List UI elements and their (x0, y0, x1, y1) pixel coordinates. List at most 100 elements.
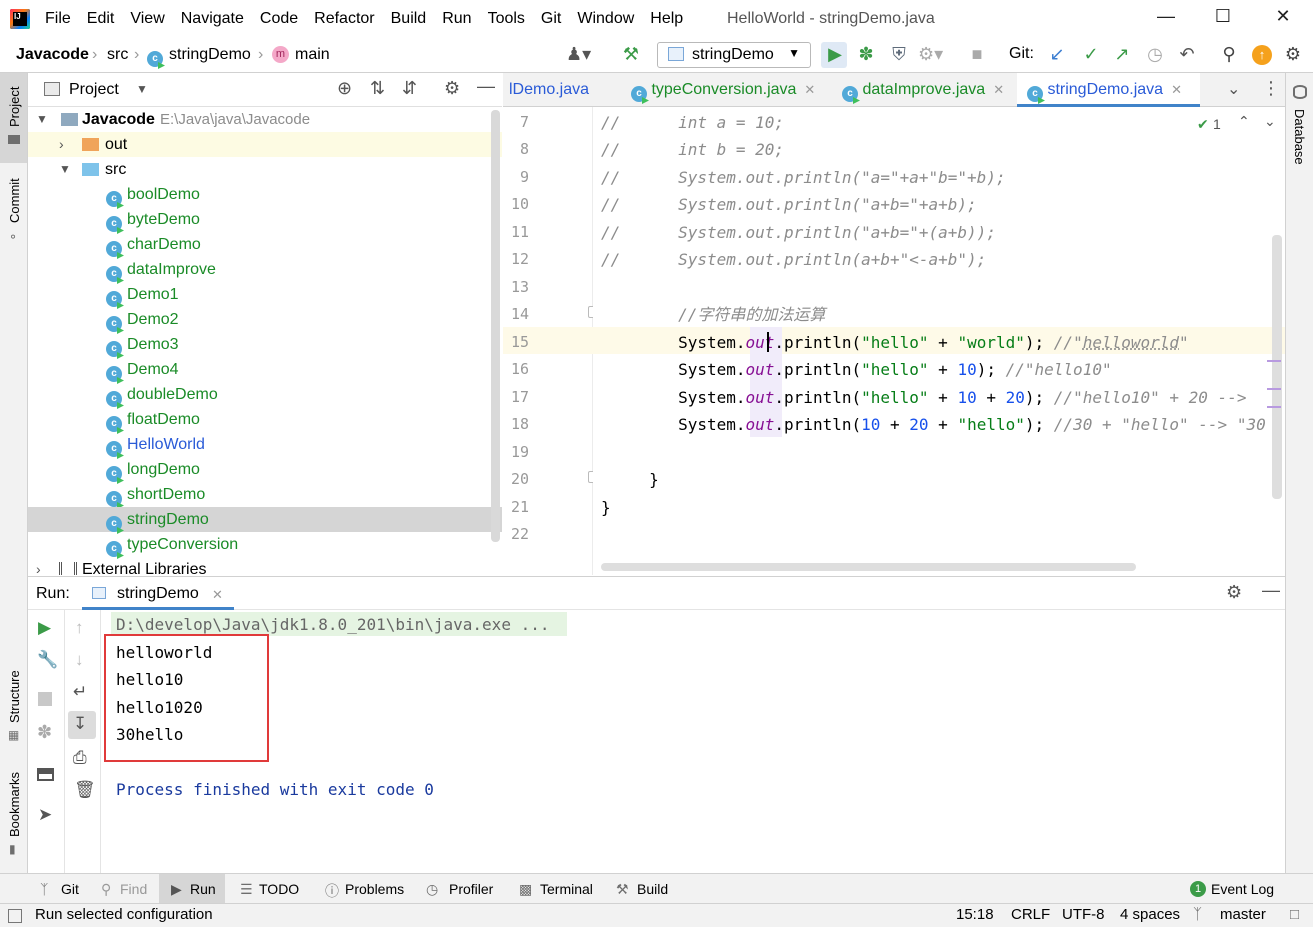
tree-item-class[interactable]: c doubleDemo (28, 382, 502, 407)
git-push-icon[interactable]: ↗ (1111, 44, 1133, 65)
close-tab-icon[interactable]: ✕ (804, 82, 815, 97)
editor-horizontal-scrollbar[interactable] (601, 563, 1136, 571)
close-window-icon[interactable]: ✕ (1268, 6, 1298, 32)
breadcrumb-src[interactable]: src (107, 46, 128, 64)
stop-icon[interactable]: ■ (966, 44, 988, 65)
caret-position[interactable]: 15:18 (956, 906, 994, 923)
editor-vertical-scrollbar[interactable] (1272, 235, 1282, 499)
menu-refactor[interactable]: Refactor (314, 10, 374, 28)
tree-item-class[interactable]: c Demo1 (28, 282, 502, 307)
hide-panel-icon[interactable]: — (1262, 580, 1280, 601)
project-tree-scrollbar[interactable] (491, 110, 500, 542)
rollback-icon[interactable]: ↶ (1176, 44, 1198, 65)
run-icon[interactable]: ▶ (824, 44, 846, 65)
menu-file[interactable]: File (45, 10, 71, 28)
tree-item-external-libraries[interactable]: › External Libraries (28, 557, 502, 575)
chevron-up-icon[interactable]: ⌃ (1238, 113, 1250, 130)
inspection-ok-icon[interactable]: ✔ (1197, 116, 1209, 133)
project-tool-button[interactable]: Project (7, 87, 22, 127)
stop-icon[interactable] (38, 692, 52, 706)
pin-icon[interactable]: ➤ (38, 805, 52, 825)
user-account-icon[interactable]: ♟▾ (566, 44, 591, 65)
tree-item-class[interactable]: c HelloWorld (28, 432, 502, 457)
code-editor[interactable]: // int a = 10; // int b = 20; // System.… (593, 107, 1285, 575)
tree-item-class[interactable]: c Demo2 (28, 307, 502, 332)
git-update-icon[interactable]: ↙ (1046, 44, 1068, 65)
tree-item-src[interactable]: ▼ src (28, 157, 502, 182)
debug-icon[interactable]: ✽ (855, 44, 877, 65)
tool-run[interactable]: Run (190, 881, 216, 897)
collapse-all-icon[interactable]: ⇵ (402, 78, 417, 99)
project-panel-title[interactable]: Project (69, 81, 119, 99)
indent-setting[interactable]: 4 spaces (1120, 906, 1180, 923)
profile-icon[interactable]: ⚙▾ (918, 44, 943, 65)
settings-icon[interactable]: ⚙ (444, 78, 460, 99)
chevron-down-icon[interactable]: ⌄ (1264, 113, 1276, 130)
menu-edit[interactable]: Edit (87, 10, 115, 28)
git-commit-icon[interactable]: ✓ (1080, 44, 1102, 65)
close-tab-icon[interactable]: ✕ (993, 82, 1004, 97)
menu-view[interactable]: View (130, 10, 164, 28)
tool-find[interactable]: Find (120, 881, 147, 897)
print-icon[interactable]: ⎙ (73, 748, 87, 768)
coverage-icon[interactable]: ⛨ (888, 44, 910, 65)
close-tab-icon[interactable]: ✕ (1171, 82, 1182, 97)
tab-dataimprove[interactable]: c dataImprove.java ✕ (832, 73, 1004, 107)
trash-icon[interactable]: 🗑 (74, 780, 96, 800)
chevron-down-icon[interactable]: ⌄ (1227, 79, 1240, 99)
run-tab-stringdemo[interactable]: stringDemo ✕ (82, 577, 234, 610)
menu-code[interactable]: Code (260, 10, 298, 28)
ide-settings-icon[interactable]: ⚙ (1282, 44, 1304, 65)
tree-item-class[interactable]: c Demo4 (28, 357, 502, 382)
breadcrumb-class[interactable]: stringDemo (169, 46, 251, 64)
tool-event-log[interactable]: Event Log (1211, 881, 1274, 897)
tool-git[interactable]: Git (61, 881, 79, 897)
run-console[interactable]: D:\develop\Java\jdk1.8.0_201\bin\java.ex… (101, 610, 1285, 873)
arrow-up-icon[interactable]: ↑ (75, 618, 84, 638)
tree-item-class[interactable]: c dataImprove (28, 257, 502, 282)
menu-tools[interactable]: Tools (488, 10, 525, 28)
tree-item-class[interactable]: c charDemo (28, 232, 502, 257)
soft-wrap-icon[interactable]: ↵ (73, 682, 87, 702)
locate-file-icon[interactable]: ⊕ (337, 78, 352, 99)
tree-item-class[interactable]: c shortDemo (28, 482, 502, 507)
chevron-down-icon[interactable]: ▼ (136, 82, 148, 96)
tool-todo[interactable]: TODO (259, 881, 299, 897)
run-configuration-select[interactable]: stringDemo ▼ (657, 42, 811, 68)
menu-run[interactable]: Run (442, 10, 471, 28)
bookmarks-tool-button[interactable]: Bookmarks (7, 772, 22, 837)
chevron-down-icon[interactable]: ▼ (36, 107, 48, 132)
arrow-down-icon[interactable]: ↓ (75, 650, 84, 670)
tree-item-class[interactable]: c floatDemo (28, 407, 502, 432)
tree-item-out[interactable]: › out (28, 132, 502, 157)
breadcrumb-method[interactable]: main (295, 46, 330, 64)
tab-typeconversion[interactable]: c typeConversion.java ✕ (621, 73, 815, 107)
tree-item-class[interactable]: c longDemo (28, 457, 502, 482)
settings-icon[interactable]: ⚙ (1226, 582, 1242, 603)
tab-stringdemo[interactable]: c stringDemo.java ✕ (1017, 73, 1200, 107)
tree-item-class[interactable]: c Demo3 (28, 332, 502, 357)
git-history-icon[interactable]: ◷ (1144, 44, 1166, 65)
database-tool-button[interactable]: Database (1292, 109, 1307, 165)
updates-icon[interactable]: ↑ (1252, 45, 1272, 65)
chevron-down-icon[interactable]: ▼ (59, 157, 71, 182)
tab-booldemo[interactable]: lDemo.java (503, 73, 589, 107)
more-icon[interactable]: ⋮ (1262, 78, 1280, 99)
menu-navigate[interactable]: Navigate (181, 10, 244, 28)
breadcrumb-project[interactable]: Javacode (16, 46, 89, 64)
tool-terminal[interactable]: Terminal (540, 881, 593, 897)
chevron-right-icon[interactable]: › (36, 557, 41, 575)
git-branch[interactable]: master (1220, 906, 1266, 923)
tool-build[interactable]: Build (637, 881, 668, 897)
tree-item-class[interactable]: c boolDemo (28, 182, 502, 207)
commit-tool-button[interactable]: Commit (7, 178, 22, 223)
close-tab-icon[interactable]: ✕ (212, 587, 223, 603)
expand-all-icon[interactable]: ⇅ (370, 78, 385, 99)
tree-item-class[interactable]: c typeConversion (28, 532, 502, 557)
menu-build[interactable]: Build (391, 10, 427, 28)
minimize-icon[interactable]: — (1151, 6, 1181, 32)
tree-item-class[interactable]: c byteDemo (28, 207, 502, 232)
layout-icon[interactable] (37, 768, 54, 781)
menu-git[interactable]: Git (541, 10, 561, 28)
scroll-to-end-icon[interactable]: ↧ (73, 714, 87, 734)
